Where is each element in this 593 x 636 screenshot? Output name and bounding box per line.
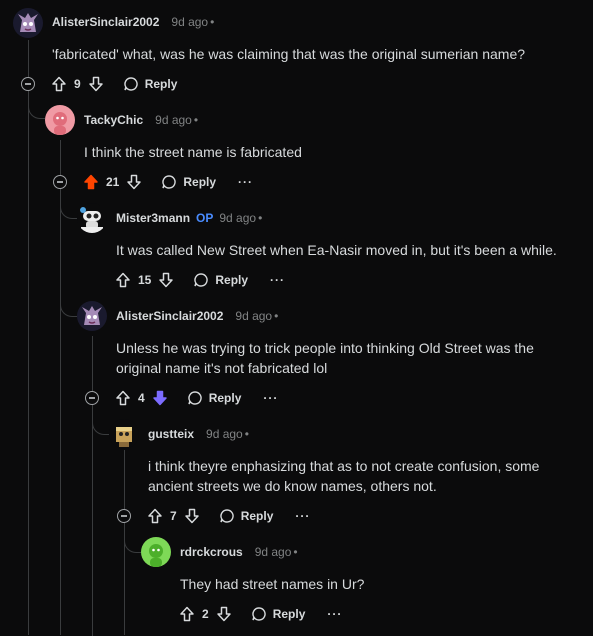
collapse-icon[interactable] [117, 509, 131, 523]
avatar[interactable] [45, 105, 75, 135]
author-name[interactable]: AlisterSinclair2002 [116, 309, 223, 323]
more-icon[interactable]: ··· [238, 175, 253, 189]
downvote-icon[interactable] [215, 605, 233, 623]
downvote-icon[interactable] [183, 507, 201, 525]
comment-header: AlisterSinclair2002 9d ago • [116, 306, 280, 326]
timestamp[interactable]: 9d ago [235, 309, 272, 323]
more-icon[interactable]: ··· [263, 391, 278, 405]
reply-icon [252, 607, 266, 621]
avatar[interactable] [109, 419, 139, 449]
comment-header: AlisterSinclair2002 9d ago • [52, 12, 216, 32]
comment-header: Mister3mann OP 9d ago • [116, 208, 264, 228]
upvote-icon[interactable] [114, 389, 132, 407]
separator-dot: • [274, 309, 279, 323]
reply-icon [124, 77, 138, 91]
reply-label: Reply [208, 391, 242, 405]
downvote-icon[interactable] [157, 271, 175, 289]
timestamp[interactable]: 9d ago [206, 427, 243, 441]
comment-text: 'fabricated' what, was he was claiming t… [52, 46, 526, 62]
upvote-icon[interactable] [146, 507, 164, 525]
comment-text: They had street names in Ur? [180, 576, 365, 592]
upvote-icon[interactable] [50, 75, 68, 93]
vote-score: 7 [170, 509, 177, 523]
op-badge: OP [196, 211, 214, 225]
upvote-icon[interactable] [178, 605, 196, 623]
timestamp[interactable]: 9d ago [255, 545, 292, 559]
vote-score: 21 [106, 175, 120, 189]
reply-button[interactable]: Reply [193, 272, 248, 288]
author-name[interactable]: AlisterSinclair2002 [52, 15, 159, 29]
upvote-icon[interactable] [82, 173, 100, 191]
comment-text: I think the street name is fabricated [84, 144, 302, 160]
author-name[interactable]: gustteix [148, 427, 194, 441]
comment-header: TackyChic 9d ago • [84, 110, 200, 130]
reply-button[interactable]: Reply [161, 174, 216, 190]
reply-button[interactable]: Reply [251, 606, 306, 622]
comment-actions: 4 Reply ··· [114, 386, 278, 410]
timestamp[interactable]: 9d ago [171, 15, 208, 29]
separator-dot: • [258, 211, 263, 225]
downvote-icon[interactable] [87, 75, 105, 93]
vote-score: 4 [138, 391, 145, 405]
comment-text: Unless he was trying to trick people int… [116, 340, 534, 376]
vote-score: 15 [138, 273, 152, 287]
comment-text: It was called New Street when Ea-Nasir m… [116, 242, 557, 258]
reply-label: Reply [240, 509, 274, 523]
more-icon[interactable]: ··· [270, 273, 285, 287]
reply-label: Reply [183, 175, 217, 189]
reply-button[interactable]: Reply [219, 508, 274, 524]
author-name[interactable]: Mister3mann [116, 211, 190, 225]
timestamp[interactable]: 9d ago [155, 113, 192, 127]
collapse-icon[interactable] [53, 175, 67, 189]
author-name[interactable]: TackyChic [84, 113, 143, 127]
avatar[interactable] [77, 203, 107, 233]
separator-dot: • [193, 113, 199, 127]
reply-icon [162, 175, 177, 189]
collapse-icon[interactable] [85, 391, 99, 405]
comment-actions: 15 Reply ··· [114, 268, 285, 292]
reply-button[interactable]: Reply [187, 390, 242, 406]
avatar[interactable] [13, 8, 43, 38]
comment-actions: 2 Reply ··· [178, 602, 342, 626]
comment-actions: 21 Reply ··· [82, 170, 253, 194]
collapse-icon[interactable] [21, 77, 35, 91]
avatar[interactable] [77, 301, 107, 331]
vote-score: 2 [202, 607, 209, 621]
timestamp[interactable]: 9d ago [219, 211, 256, 225]
comment-header: gustteix 9d ago • [148, 424, 251, 444]
reply-icon [220, 509, 234, 523]
avatar[interactable] [141, 537, 171, 567]
reply-icon [188, 391, 202, 405]
separator-dot: • [293, 545, 298, 559]
reply-label: Reply [144, 77, 178, 91]
more-icon[interactable]: ··· [327, 607, 342, 621]
vote-score: 9 [74, 77, 81, 91]
comment-header: rdrckcrous 9d ago • [180, 542, 300, 562]
reply-icon [194, 273, 209, 287]
separator-dot: • [210, 15, 215, 29]
upvote-icon[interactable] [114, 271, 132, 289]
reply-button[interactable]: Reply [123, 76, 178, 92]
reply-label: Reply [215, 273, 249, 287]
separator-dot: • [244, 427, 249, 441]
downvote-icon[interactable] [125, 173, 143, 191]
author-name[interactable]: rdrckcrous [180, 545, 243, 559]
reply-label: Reply [272, 607, 306, 621]
more-icon[interactable]: ··· [295, 509, 310, 523]
comment-actions: 9 Reply [50, 72, 177, 96]
downvote-icon[interactable] [151, 389, 169, 407]
comment-actions: 7 Reply ··· [146, 504, 310, 528]
comment-text: i think theyre enphasizing that as to no… [148, 458, 540, 494]
